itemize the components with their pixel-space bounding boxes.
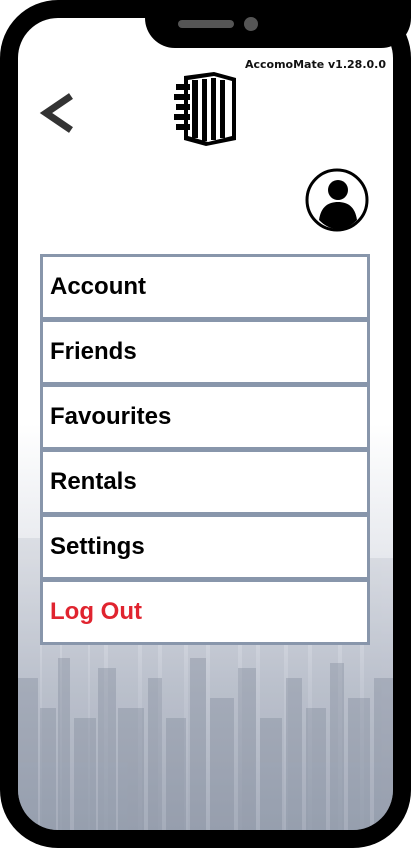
menu-item-label: Log Out [50,598,142,625]
menu-item-logout[interactable]: Log Out [40,579,370,645]
menu-item-friends[interactable]: Friends [40,319,370,385]
chevron-left-icon [39,93,73,133]
menu-item-rentals[interactable]: Rentals [40,449,370,515]
menu-item-account[interactable]: Account [40,254,370,320]
menu-item-label: Rentals [50,468,137,495]
user-avatar-icon [305,168,369,232]
phone-frame: AccomoMate v1.28.0.0 Account Friends Fav… [0,0,411,848]
menu-item-favourites[interactable]: Favourites [40,384,370,450]
app-version-label: AccomoMate v1.28.0.0 [244,58,386,71]
menu-item-label: Settings [50,533,145,560]
menu-item-settings[interactable]: Settings [40,514,370,580]
settings-menu: Account Friends Favourites Rentals Setti… [40,254,370,645]
camera [244,17,258,31]
menu-item-label: Favourites [50,403,172,430]
speaker [178,20,234,28]
app-logo [170,70,238,148]
menu-item-label: Account [50,273,146,300]
menu-item-label: Friends [50,338,137,365]
building-icon [174,72,236,146]
back-button[interactable] [38,88,78,138]
profile-avatar-button[interactable] [305,168,369,232]
